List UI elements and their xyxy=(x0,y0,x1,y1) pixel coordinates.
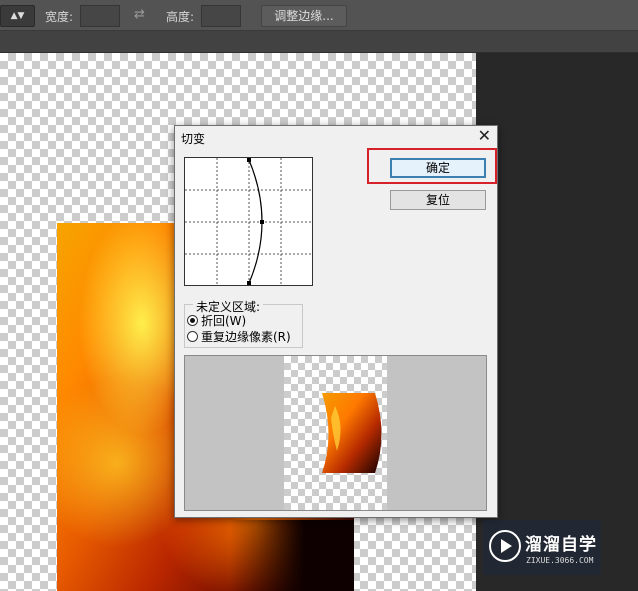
radio-wrap-around-label: 折回(W) xyxy=(201,314,247,328)
shear-curve-graphic xyxy=(185,158,312,285)
shear-preview xyxy=(184,355,487,511)
radio-repeat-edge-pixels-label: 重复边缘像素(R) xyxy=(201,330,291,344)
swap-arrows-icon[interactable]: ⇄ xyxy=(134,7,145,22)
radio-repeat-edge-pixels[interactable]: 重复边缘像素(R) xyxy=(187,328,291,345)
curve-point-bottom[interactable] xyxy=(247,281,251,285)
dialog-title: 切变 xyxy=(181,132,206,146)
document-tab-strip xyxy=(0,31,638,53)
watermark-brand: 溜溜自学 xyxy=(525,535,597,555)
fire-image-shadow xyxy=(230,520,354,591)
watermark: 溜溜自学 ZIXUE.3066.COM xyxy=(483,520,601,575)
options-bar: ▲▼ 宽度: ⇄ 高度: 调整边缘... xyxy=(0,0,638,31)
refine-edge-button[interactable]: 调整边缘... xyxy=(261,5,347,27)
pasteboard-area xyxy=(476,53,638,591)
ok-button-highlight xyxy=(367,148,497,184)
radio-wrap-around[interactable]: 折回(W) xyxy=(187,312,246,329)
watermark-url: ZIXUE.3066.COM xyxy=(526,556,594,565)
close-icon[interactable]: ✕ xyxy=(478,127,491,145)
curve-point-middle[interactable] xyxy=(260,220,264,224)
shear-curve-grid[interactable] xyxy=(184,157,313,286)
reset-button[interactable]: 复位 xyxy=(390,190,486,210)
play-circle-icon xyxy=(489,530,521,562)
style-dropdown[interactable]: ▲▼ xyxy=(0,5,35,27)
width-field[interactable] xyxy=(80,5,120,27)
radio-selected-icon[interactable] xyxy=(187,315,198,326)
curve-point-top[interactable] xyxy=(247,158,251,162)
width-label: 宽度: xyxy=(45,10,74,24)
shear-dialog: 切变 ✕ 确定 复位 未定义区域: 折回(W) 重复边缘像素(R) xyxy=(174,125,498,518)
height-field[interactable] xyxy=(201,5,241,27)
preview-sheared-image xyxy=(322,393,382,473)
height-label: 高度: xyxy=(166,10,195,24)
radio-unselected-icon[interactable] xyxy=(187,331,198,342)
